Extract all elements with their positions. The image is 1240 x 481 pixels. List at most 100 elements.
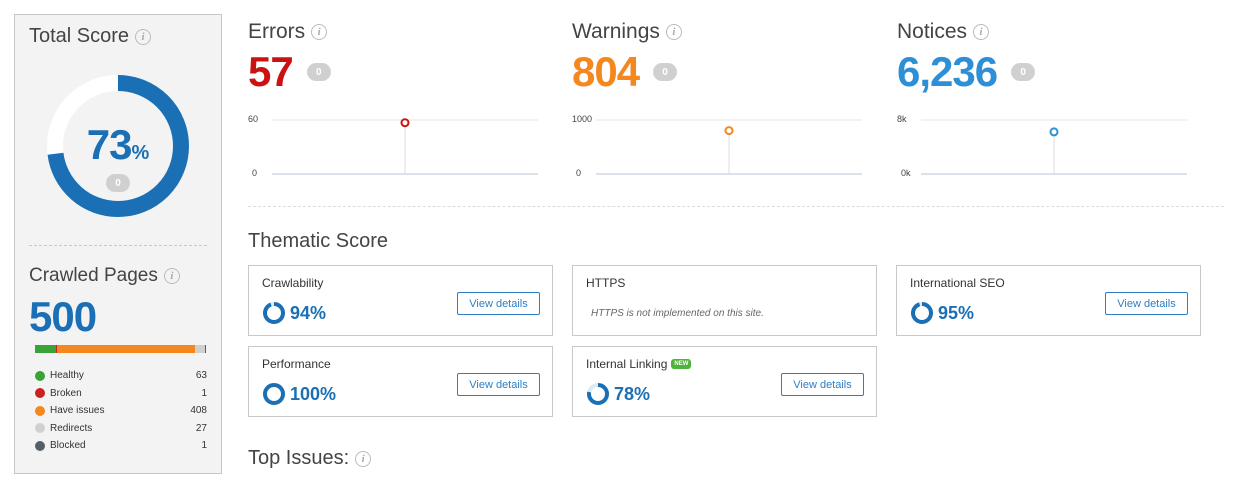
data-point[interactable]: [400, 118, 410, 128]
legend-count: 408: [190, 405, 207, 417]
view-details-button[interactable]: View details: [457, 292, 540, 315]
legend-item[interactable]: Healthy 63: [35, 367, 207, 385]
divider: [29, 245, 207, 246]
total-score-title: Total Score: [29, 25, 130, 47]
info-icon[interactable]: i: [163, 268, 180, 284]
card-title: International SEO: [910, 276, 1005, 290]
legend-dot: [35, 440, 45, 451]
crawled-pages-legend: Healthy 63 Broken 1 Have issues 408 Redirects 2…: [35, 367, 207, 455]
metric-value-row: 804 0: [572, 48, 872, 96]
card-score-value: 95%: [938, 302, 975, 323]
new-badge: NEW: [671, 359, 692, 369]
warnings-metric: Warnings i 804 0 1000 0: [572, 20, 872, 180]
metric-value[interactable]: 6,236: [897, 48, 998, 96]
info-icon[interactable]: i: [665, 24, 682, 40]
metric-title-row: Notices i: [897, 20, 1197, 44]
legend-label: Broken: [50, 387, 82, 399]
card-title: Internal Linking: [586, 357, 668, 371]
total-score-value: 73%: [45, 121, 191, 169]
internal-linking-card: Internal Linking NEW 78% View details: [572, 346, 877, 417]
legend-count: 63: [195, 370, 207, 382]
info-icon[interactable]: i: [311, 24, 328, 40]
score-ring: [263, 302, 285, 324]
divider: [248, 206, 1224, 207]
bar-segment-healthy[interactable]: [35, 345, 57, 353]
legend-count: 27: [195, 422, 207, 434]
crawled-pages-heading: Crawled Pages i: [29, 265, 180, 287]
top-issues-heading: Top Issues: i: [248, 447, 372, 470]
data-point[interactable]: [1049, 127, 1059, 137]
metric-value[interactable]: 57: [248, 48, 294, 96]
legend-item[interactable]: Blocked 1: [35, 437, 207, 455]
summary-panel: Total Score i 73% 0 Crawled Pages i 500 …: [14, 14, 222, 474]
card-score-value: 78%: [614, 383, 651, 404]
bar-segment-have-issues[interactable]: [56, 345, 196, 353]
legend-dot: [35, 370, 45, 381]
metric-change-badge: 0: [653, 63, 678, 81]
thematic-score-title: Thematic Score: [248, 230, 389, 252]
card-score-value: 100%: [290, 383, 337, 404]
errors-metric: Errors i 57 0 60 0: [248, 20, 548, 180]
legend-label: Blocked: [50, 440, 86, 452]
card-title-row: Crawlability: [262, 276, 323, 290]
notices-metric: Notices i 6,236 0 8k 0k: [897, 20, 1197, 180]
data-point[interactable]: [724, 126, 734, 136]
card-title: HTTPS: [586, 276, 626, 290]
legend-label: Redirects: [50, 422, 93, 434]
metric-title: Warnings: [572, 20, 660, 43]
metric-trend-chart: 60 0: [248, 112, 548, 188]
crawled-pages-bar: [35, 345, 205, 353]
score-ring: [911, 302, 933, 324]
metric-title-row: Errors i: [248, 20, 548, 44]
metric-value-row: 6,236 0: [897, 48, 1197, 96]
metric-change-badge: 0: [306, 63, 331, 81]
view-details-button[interactable]: View details: [781, 373, 864, 396]
metric-value[interactable]: 804: [572, 48, 640, 96]
legend-item[interactable]: Broken 1: [35, 385, 207, 403]
metric-title-row: Warnings i: [572, 20, 872, 44]
legend-item[interactable]: Redirects 27: [35, 420, 207, 438]
legend-dot: [35, 423, 45, 434]
card-score: 95%: [910, 301, 974, 325]
legend-count: 1: [201, 440, 207, 452]
score-ring: [587, 383, 609, 405]
total-score-heading: Total Score i: [29, 25, 152, 48]
metric-title: Errors: [248, 20, 306, 43]
legend-count: 1: [201, 387, 207, 399]
view-details-button[interactable]: View details: [457, 373, 540, 396]
info-icon[interactable]: i: [355, 450, 372, 467]
card-score-value: 94%: [290, 302, 327, 323]
score-change-badge: 0: [106, 174, 130, 192]
metric-title: Notices: [897, 20, 968, 43]
metric-value-row: 57 0: [248, 48, 548, 96]
info-icon[interactable]: i: [973, 24, 990, 40]
score-ring: [263, 383, 285, 405]
performance-card: Performance 100% View details: [248, 346, 553, 417]
top-issues-title: Top Issues:: [248, 447, 350, 469]
metric-trend-chart: 8k 0k: [897, 112, 1197, 188]
bar-segment-redirects[interactable]: [195, 345, 205, 353]
metric-trend-chart: 1000 0: [572, 112, 872, 188]
legend-dot: [35, 388, 45, 399]
view-details-button[interactable]: View details: [1105, 292, 1188, 315]
card-title: Crawlability: [262, 276, 324, 290]
legend-label: Have issues: [50, 405, 105, 417]
card-score: 94%: [262, 301, 326, 325]
card-title-row: Internal Linking NEW: [586, 357, 692, 371]
legend-label: Healthy: [50, 370, 84, 382]
card-score: 78%: [586, 382, 650, 406]
card-score: 100%: [262, 382, 336, 406]
https-card: HTTPS HTTPS is not implemented on this si…: [572, 265, 877, 336]
crawled-pages-title: Crawled Pages: [29, 265, 158, 286]
card-title: Performance: [262, 357, 331, 371]
score-number: 73: [86, 121, 133, 168]
crawlability-card: Crawlability 94% View details: [248, 265, 553, 336]
legend-item[interactable]: Have issues 408: [35, 402, 207, 420]
crawled-pages-value[interactable]: 500: [29, 293, 97, 341]
legend-dot: [35, 405, 45, 416]
metric-change-badge: 0: [1011, 63, 1036, 81]
score-unit: %: [131, 142, 150, 164]
card-title-row: International SEO: [910, 276, 1005, 290]
info-icon[interactable]: i: [135, 28, 152, 45]
total-score-donut: 73% 0: [45, 73, 191, 219]
